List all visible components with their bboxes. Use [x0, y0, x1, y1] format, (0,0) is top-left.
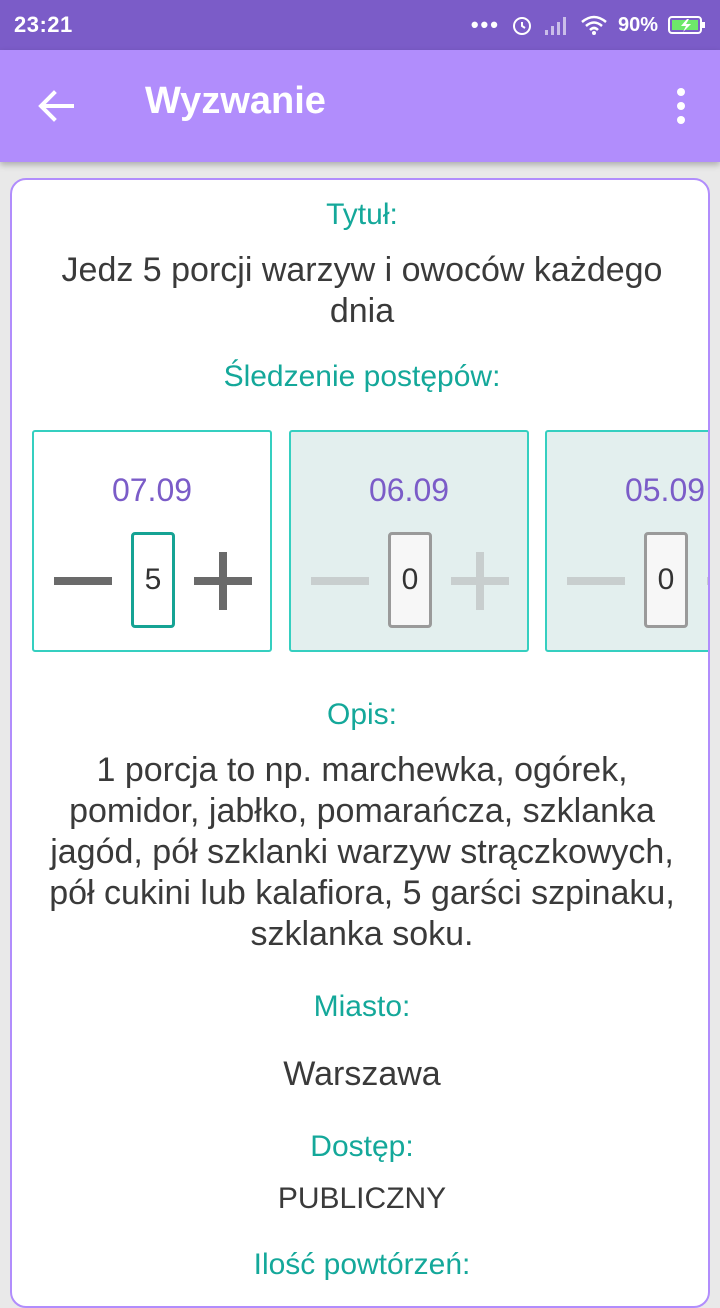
- challenge-title: Jedz 5 porcji warzyw i owoców każdego dn…: [61, 251, 663, 330]
- status-time: 23:21: [14, 12, 73, 37]
- title-label: Tytuł:: [326, 198, 398, 231]
- signal-icon: [544, 17, 566, 35]
- overflow-menu-button[interactable]: [666, 84, 696, 128]
- decrement-button: [311, 577, 369, 585]
- day-tracker-0609: 06.09 0: [289, 430, 529, 652]
- day-date: 06.09: [368, 472, 450, 508]
- day-date: 07.09: [111, 472, 193, 508]
- day-date: 05.09: [624, 472, 706, 508]
- app-bar: Wyzwanie: [0, 50, 720, 162]
- decrement-button[interactable]: [54, 577, 112, 585]
- battery-percent: 90%: [617, 13, 658, 36]
- back-button[interactable]: [34, 84, 78, 128]
- count-value: 0: [388, 532, 432, 628]
- battery-charging-icon: [668, 16, 705, 34]
- arrow-back-icon: [38, 90, 74, 122]
- description-label: Opis:: [326, 698, 398, 731]
- alarm-icon: [512, 17, 531, 35]
- day-tracker-0709: 07.09 5: [32, 430, 272, 652]
- page-title: Wyzwanie: [145, 80, 326, 122]
- challenge-description: 1 porcja to np. marchewka, ogórek, pomid…: [49, 751, 675, 953]
- wifi-icon: [581, 15, 607, 35]
- repeats-label: Ilość powtórzeń:: [253, 1248, 471, 1281]
- count-value: 5: [131, 532, 175, 628]
- progress-label: Śledzenie postępów:: [223, 360, 501, 393]
- more-notifications-icon: •••: [470, 12, 500, 37]
- city-value: Warszawa: [283, 1055, 441, 1093]
- more-vert-icon: [677, 88, 685, 96]
- city-label: Miasto:: [313, 990, 411, 1023]
- status-icons: ••• 90%: [471, 12, 706, 38]
- status-bar: 23:21 ••• 90%: [0, 0, 720, 50]
- decrement-button: [567, 577, 625, 585]
- access-label: Dostęp:: [310, 1130, 414, 1163]
- challenge-card: Tytuł: Jedz 5 porcji warzyw i owoców każ…: [10, 178, 710, 1308]
- access-value: PUBLICZNY: [277, 1182, 447, 1215]
- day-tracker-0509: 05.09 0: [545, 430, 708, 652]
- count-value: 0: [644, 532, 688, 628]
